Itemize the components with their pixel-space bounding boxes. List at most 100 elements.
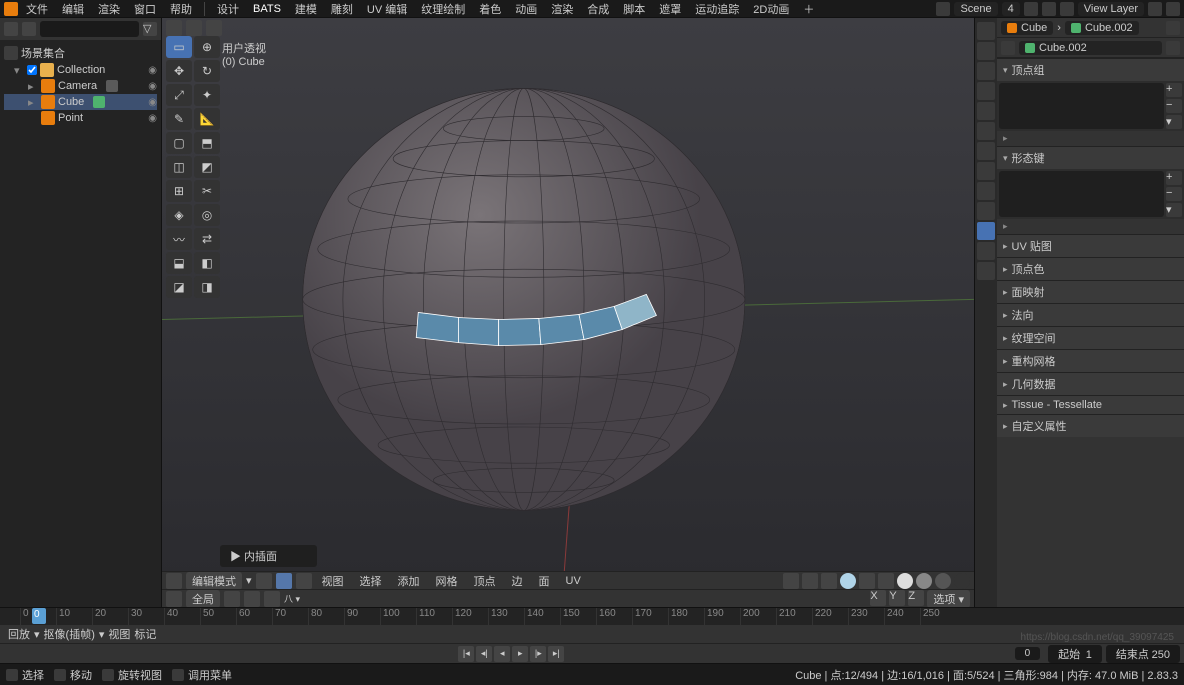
- outliner-editor-icon[interactable]: [4, 22, 18, 36]
- workspace-tab[interactable]: 渲染: [545, 0, 579, 19]
- edge-slide-tool[interactable]: ⇄: [194, 228, 220, 250]
- visibility-icon[interactable]: ◉: [148, 65, 157, 76]
- rip-tool[interactable]: ◪: [166, 276, 192, 298]
- panel-header-shape-keys[interactable]: ▾形态键: [997, 147, 1184, 169]
- prop-tab-physics[interactable]: [977, 182, 995, 200]
- gizmo-options-icon[interactable]: [206, 20, 222, 36]
- viewlayer-dropdown[interactable]: View Layer: [1078, 2, 1144, 16]
- next-key-icon[interactable]: |▸: [530, 646, 546, 662]
- edge-select-icon[interactable]: [276, 573, 292, 589]
- vp-menu-view[interactable]: 视图: [316, 572, 350, 590]
- transform-tool[interactable]: ✦: [194, 84, 220, 106]
- prop-tab-scene[interactable]: [977, 82, 995, 100]
- outliner-point-row[interactable]: Point ◉: [4, 110, 157, 126]
- panel-header-vertex-colors[interactable]: ▸顶点色: [997, 258, 1184, 280]
- workspace-tab[interactable]: 设计: [211, 0, 245, 19]
- datablock-name-input[interactable]: Cube.002: [1019, 41, 1162, 55]
- menu-render[interactable]: 渲染: [92, 0, 126, 19]
- play-rev-icon[interactable]: ◂: [494, 646, 510, 662]
- remove-icon[interactable]: −: [1166, 187, 1182, 201]
- panel-header-geometry-data[interactable]: ▸几何数据: [997, 373, 1184, 395]
- prop-crumb-object[interactable]: Cube: [1001, 21, 1053, 35]
- menu-file[interactable]: 文件: [20, 0, 54, 19]
- shield-icon[interactable]: [1166, 41, 1180, 55]
- vp-menu-vertex[interactable]: 顶点: [468, 572, 502, 590]
- new-viewlayer-icon[interactable]: [1148, 2, 1162, 16]
- polybuild-tool[interactable]: ◈: [166, 204, 192, 226]
- tl-keying[interactable]: 抠像(插帧): [44, 626, 95, 642]
- workspace-tab[interactable]: UV 编辑: [361, 0, 413, 19]
- vertex-group-list[interactable]: [999, 83, 1164, 129]
- prop-tab-object[interactable]: [977, 122, 995, 140]
- solid-shading-icon[interactable]: [916, 573, 932, 589]
- knife-tool[interactable]: ✂: [194, 180, 220, 202]
- shear-tool[interactable]: ◧: [194, 252, 220, 274]
- prop-edit-icon[interactable]: [264, 591, 280, 607]
- 3d-viewport[interactable]: 用户透视 (0) Cube ▭⊕ ✥↻ ⤢✦ ✎📐 ▢⬒ ◫◩ ⊞✂ ◈◎ 〰⇄…: [162, 18, 974, 607]
- jump-end-icon[interactable]: ▸|: [548, 646, 564, 662]
- xray-icon[interactable]: [878, 573, 894, 589]
- panel-header-remesh[interactable]: ▸重构网格: [997, 350, 1184, 372]
- vp-menu-uv[interactable]: UV: [560, 574, 587, 588]
- prop-tab-render[interactable]: [977, 22, 995, 40]
- snap-icon[interactable]: [802, 573, 818, 589]
- vp-menu-edge[interactable]: 边: [506, 572, 529, 590]
- new-scene-icon[interactable]: [1024, 2, 1038, 16]
- move-tool[interactable]: ✥: [166, 60, 192, 82]
- pin-icon[interactable]: [1166, 21, 1180, 35]
- bevel-tool[interactable]: ◩: [194, 156, 220, 178]
- prop-tab-texture[interactable]: [977, 262, 995, 280]
- proportional-icon[interactable]: [821, 573, 837, 589]
- start-frame-input[interactable]: 起始 1: [1048, 645, 1102, 663]
- pivot-dropdown-icon[interactable]: [224, 591, 240, 607]
- play-icon[interactable]: ▸: [512, 646, 528, 662]
- workspace-tab[interactable]: 建模: [289, 0, 323, 19]
- workspace-tab[interactable]: 脚本: [617, 0, 651, 19]
- timeline-ruler[interactable]: 0102030405060708090100110120130140150160…: [0, 608, 1184, 625]
- loopcut-tool[interactable]: ⊞: [166, 180, 192, 202]
- scene-dropdown[interactable]: Scene: [954, 2, 997, 16]
- vp-menu-select[interactable]: 选择: [354, 572, 388, 590]
- gizmo-toggle-icon[interactable]: [186, 20, 202, 36]
- editor-type-icon[interactable]: [166, 573, 182, 589]
- workspace-tab[interactable]: 合成: [581, 0, 615, 19]
- jump-start-icon[interactable]: |◂: [458, 646, 474, 662]
- menu-help[interactable]: 帮助: [164, 0, 198, 19]
- collection-checkbox[interactable]: [27, 65, 37, 75]
- visibility-icon[interactable]: ◉: [148, 113, 157, 124]
- options-dropdown[interactable]: 选项 ▾: [927, 590, 970, 608]
- prop-crumb-data[interactable]: Cube.002: [1065, 21, 1139, 35]
- workspace-tab[interactable]: 着色: [473, 0, 507, 19]
- select-tool[interactable]: ▭: [166, 36, 192, 58]
- workspace-tab-active[interactable]: BATS: [247, 1, 287, 17]
- workspace-tab[interactable]: 运动追踪: [689, 0, 745, 19]
- operator-panel[interactable]: ▶ 内插面: [220, 545, 317, 567]
- pivot-icon[interactable]: [783, 573, 799, 589]
- editor-type-icon[interactable]: [166, 20, 182, 36]
- prop-tab-particle[interactable]: [977, 162, 995, 180]
- end-frame-input[interactable]: 结束点 250: [1106, 645, 1180, 663]
- playhead[interactable]: 0: [32, 608, 46, 624]
- workspace-tab[interactable]: 雕刻: [325, 0, 359, 19]
- add-icon[interactable]: +: [1166, 171, 1182, 185]
- scale-tool[interactable]: ⤢: [166, 84, 192, 106]
- add-cube-tool[interactable]: ▢: [166, 132, 192, 154]
- outliner-mode-icon[interactable]: [22, 22, 36, 36]
- outliner-cube-row[interactable]: ▸ Cube ◉: [4, 94, 157, 110]
- filter-icon[interactable]: ▽: [143, 22, 157, 36]
- extrude-tool[interactable]: ⬒: [194, 132, 220, 154]
- workspace-tab[interactable]: 遮罩: [653, 0, 687, 19]
- prop-tab-world[interactable]: [977, 102, 995, 120]
- outliner-camera-row[interactable]: ▸ Camera ◉: [4, 78, 157, 94]
- shading-icon[interactable]: [840, 573, 856, 589]
- tl-playback[interactable]: 回放: [8, 626, 30, 642]
- annotate-tool[interactable]: ✎: [166, 108, 192, 130]
- outliner-search-input[interactable]: [40, 21, 139, 37]
- workspace-add[interactable]: ＋: [797, 0, 820, 19]
- panel-header-tissue[interactable]: ▸Tissue - Tessellate: [997, 396, 1184, 414]
- prop-tab-output[interactable]: [977, 42, 995, 60]
- panel-header-texture-space[interactable]: ▸纹理空间: [997, 327, 1184, 349]
- tl-marker[interactable]: 标记: [134, 626, 156, 642]
- shape-key-list[interactable]: [999, 171, 1164, 217]
- dropdown-icon[interactable]: ▾: [1166, 203, 1182, 217]
